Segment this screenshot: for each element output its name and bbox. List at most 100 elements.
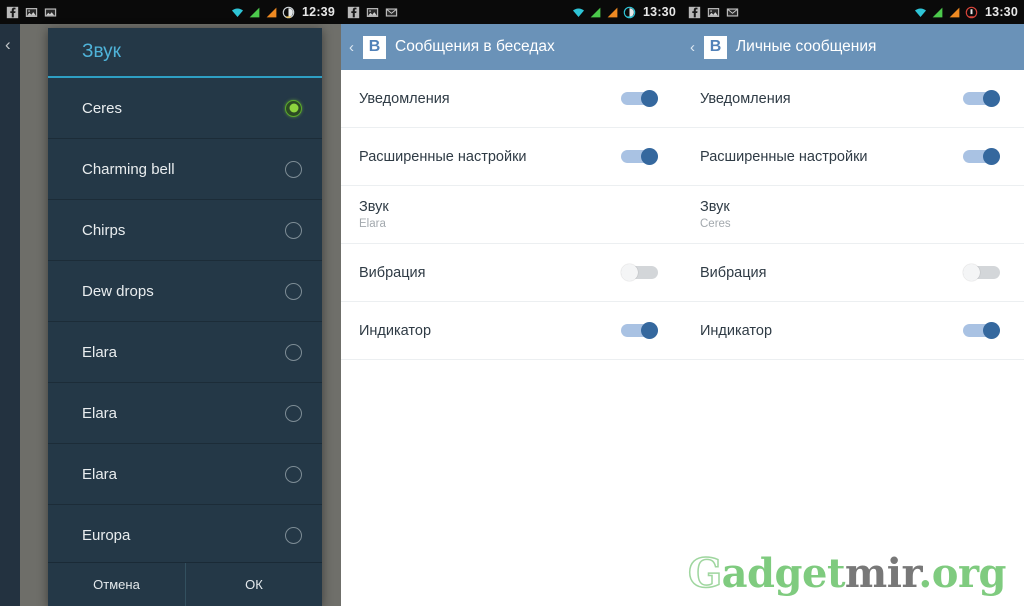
facebook-icon	[6, 6, 19, 18]
back-chevron-icon[interactable]: ‹	[690, 40, 695, 55]
setting-row-vibration[interactable]: Вибрация	[341, 244, 682, 302]
setting-title: Вибрация	[700, 264, 767, 281]
signal-icon	[932, 7, 943, 17]
setting-row-notifications[interactable]: Уведомления	[682, 70, 1024, 128]
status-bar-middle: 13:30	[341, 0, 682, 24]
sound-options-list[interactable]: Ceres Charming bell Chirps Dew drops Ela…	[48, 78, 322, 562]
status-bar-notification-icons	[6, 6, 57, 19]
dialog-button-bar: Отмена ОК	[48, 562, 322, 606]
back-chevron-icon[interactable]: ‹	[5, 36, 11, 53]
ok-button[interactable]: ОК	[185, 563, 322, 606]
signal-icon	[590, 7, 601, 17]
list-item[interactable]: Elara	[48, 322, 322, 383]
setting-texts: Вибрация	[359, 265, 621, 281]
setting-value: Elara	[359, 218, 386, 230]
radio-button-icon[interactable]	[285, 526, 302, 544]
settings-list-private: Уведомления Расширенные настройки Звук C…	[682, 70, 1024, 360]
panel-private-notifications: 13:30 ‹ В Личные сообщения Уведомления Р…	[682, 0, 1024, 606]
setting-title: Индикатор	[700, 322, 773, 339]
sound-name: Chirps	[82, 221, 126, 239]
background-gap-strip	[20, 24, 48, 606]
signal-icon	[607, 7, 618, 17]
setting-row-notifications[interactable]: Уведомления	[341, 70, 682, 128]
vk-logo-icon[interactable]: В	[363, 35, 386, 59]
battery-icon	[282, 6, 295, 18]
list-item[interactable]: Ceres	[48, 78, 322, 139]
facebook-icon	[688, 6, 701, 18]
list-item[interactable]: Europa	[48, 505, 322, 562]
gallery-icon	[44, 7, 57, 17]
app-bar-chat: ‹ В Сообщения в беседах	[341, 24, 682, 70]
toggle-indicator[interactable]	[621, 322, 658, 339]
toggle-advanced[interactable]	[621, 148, 658, 165]
toggle-vibration[interactable]	[963, 264, 1000, 281]
setting-title: Уведомления	[700, 90, 791, 107]
radio-button-icon[interactable]	[285, 160, 302, 178]
sound-name: Elara	[82, 343, 118, 361]
setting-title: Индикатор	[359, 322, 432, 339]
setting-row-advanced[interactable]: Расширенные настройки	[341, 128, 682, 186]
wifi-icon	[572, 7, 585, 17]
setting-title: Звук	[359, 199, 389, 215]
setting-texts: Уведомления	[700, 91, 963, 107]
radio-button-icon[interactable]	[285, 99, 302, 117]
signal-icon	[949, 7, 960, 17]
setting-title: Вибрация	[359, 264, 426, 281]
wifi-icon	[914, 7, 927, 17]
setting-title: Расширенные настройки	[359, 148, 527, 165]
status-bar-left: 12:39	[0, 0, 341, 24]
setting-texts: Звук Ceres	[700, 199, 1000, 230]
status-bar-notification-icons	[347, 6, 398, 19]
setting-row-indicator[interactable]: Индикатор	[682, 302, 1024, 360]
screenshot-composite: 12:39 ‹ Звук Ceres Charming bell Chirps	[0, 0, 1024, 606]
background-nav-strip	[0, 24, 20, 606]
setting-texts: Звук Elara	[359, 199, 658, 230]
cancel-button[interactable]: Отмена	[48, 563, 185, 606]
back-chevron-icon[interactable]: ‹	[349, 40, 354, 55]
radio-button-icon[interactable]	[285, 465, 302, 483]
list-item[interactable]: Charming bell	[48, 139, 322, 200]
page-title: Личные сообщения	[736, 38, 877, 55]
status-bar-clock: 13:30	[985, 5, 1018, 19]
sound-name: Elara	[82, 404, 118, 422]
setting-texts: Расширенные настройки	[359, 149, 621, 165]
toggle-notifications[interactable]	[621, 90, 658, 107]
battery-low-icon	[965, 6, 978, 18]
image-icon	[366, 7, 379, 17]
toggle-advanced[interactable]	[963, 148, 1000, 165]
setting-row-advanced[interactable]: Расширенные настройки	[682, 128, 1024, 186]
toggle-vibration[interactable]	[621, 264, 658, 281]
page-title: Сообщения в беседах	[395, 38, 555, 55]
panel-chat-notifications: 13:30 ‹ В Сообщения в беседах Уведомлени…	[341, 0, 682, 606]
toggle-notifications[interactable]	[963, 90, 1000, 107]
radio-button-icon[interactable]	[285, 282, 302, 300]
list-item[interactable]: Dew drops	[48, 261, 322, 322]
status-bar-system-icons: 13:30	[914, 5, 1018, 19]
mail-icon	[726, 7, 739, 17]
settings-list-chat: Уведомления Расширенные настройки Звук E…	[341, 70, 682, 360]
sound-name: Elara	[82, 465, 118, 483]
setting-row-indicator[interactable]: Индикатор	[341, 302, 682, 360]
setting-texts: Индикатор	[359, 323, 621, 339]
sound-picker-dialog: Звук Ceres Charming bell Chirps Dew drop…	[48, 28, 322, 606]
setting-row-sound[interactable]: Звук Elara	[341, 186, 682, 244]
signal-icon	[249, 7, 260, 17]
sound-name: Charming bell	[82, 160, 175, 178]
sound-name: Ceres	[82, 99, 123, 117]
toggle-indicator[interactable]	[963, 322, 1000, 339]
setting-title: Расширенные настройки	[700, 148, 868, 165]
radio-button-icon[interactable]	[285, 343, 302, 361]
radio-button-icon[interactable]	[285, 404, 302, 422]
list-item[interactable]: Chirps	[48, 200, 322, 261]
vk-logo-icon[interactable]: В	[704, 35, 727, 59]
list-item[interactable]: Elara	[48, 444, 322, 505]
setting-row-sound[interactable]: Звук Ceres	[682, 186, 1024, 244]
list-item[interactable]: Elara	[48, 383, 322, 444]
radio-button-icon[interactable]	[285, 221, 302, 239]
setting-row-vibration[interactable]: Вибрация	[682, 244, 1024, 302]
setting-texts: Уведомления	[359, 91, 621, 107]
sound-name: Dew drops	[82, 282, 154, 300]
sound-name: Europa	[82, 526, 131, 544]
dialog-title: Звук	[48, 28, 322, 78]
status-bar-clock: 12:39	[302, 5, 335, 19]
